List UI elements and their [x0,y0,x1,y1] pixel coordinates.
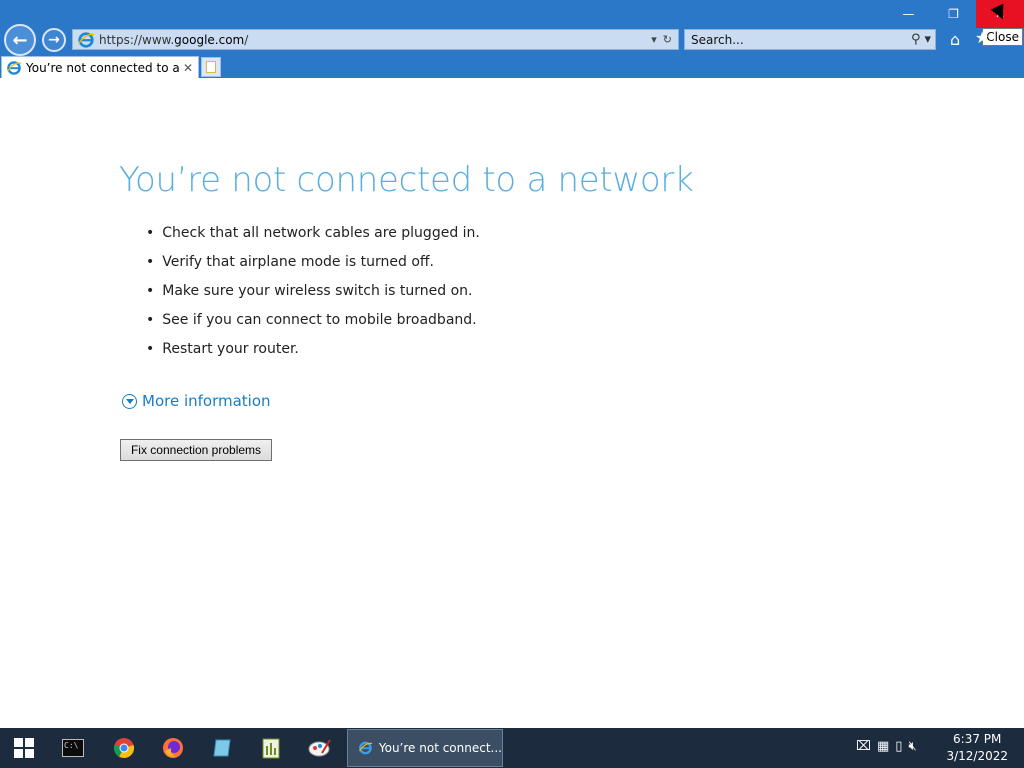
arrow-left-icon: ← [12,29,28,51]
tip-item: Verify that airplane mode is turned off. [146,252,480,281]
tip-item: Make sure your wireless switch is turned… [146,281,480,310]
tab-close-icon[interactable]: ✕ [183,61,193,75]
taskbar-ie-window[interactable]: You’re not connect... [347,729,503,767]
url-domain: google.com [174,32,245,47]
home-icon[interactable]: ⌂ [950,30,960,49]
color-display-icon[interactable]: ▦ [877,739,889,754]
search-box[interactable]: Search... ⚲ ▾ [684,29,936,50]
tab-active[interactable]: You’re not connected to a n... ✕ [1,56,199,78]
new-tab-icon [206,61,216,73]
page-content: You’re not connected to a network Check … [0,78,1024,728]
forward-button[interactable]: → [42,28,66,52]
restore-icon: ❐ [948,7,959,21]
url-prefix: https://www. [99,32,175,47]
search-icon[interactable]: ⚲ [911,32,921,47]
minimize-icon: — [902,7,915,21]
taskbar-window-label: You’re not connect... [378,741,502,755]
paint-icon[interactable] [308,736,332,760]
url-suffix: / [244,32,249,47]
restore-button[interactable]: ❐ [931,0,976,28]
volume-muted-icon[interactable]: 🔇︎ [908,739,916,754]
clock-time: 6:37 PM [953,732,1002,746]
command-prompt-icon[interactable]: C:\ [62,739,84,757]
address-url[interactable]: https://www.google.com/ [99,33,651,47]
search-dropdown-icon[interactable]: ▾ [924,32,931,47]
new-tab-button[interactable] [201,57,221,77]
ie-taskbar-icon [359,741,373,755]
refresh-icon[interactable]: ↻ [663,33,672,46]
usb-device-icon[interactable]: ▯ [895,739,902,754]
tip-item: Restart your router. [146,339,480,368]
back-button[interactable]: ← [4,24,36,56]
page-title: You’re not connected to a network [119,160,694,200]
ie-page-icon [78,31,95,48]
chrome-icon[interactable] [112,736,136,760]
search-input[interactable]: Search... [691,33,911,47]
taskbar-clock[interactable]: 6:37 PM 3/12/2022 [946,731,1008,765]
firefox-icon[interactable] [161,736,185,760]
tip-item: Check that all network cables are plugge… [146,223,480,252]
arrow-right-icon: → [48,32,60,48]
tip-item: See if you can connect to mobile broadba… [146,310,480,339]
system-tray: ⌧ ▦ ▯ 🔇︎ [856,739,917,754]
address-dropdown-icon[interactable]: ▾ [651,33,657,46]
chevron-down-circle-icon [122,393,137,409]
tips-list: Check that all network cables are plugge… [146,223,480,368]
notepad-icon[interactable] [259,736,283,760]
start-button[interactable] [12,736,36,760]
fix-connection-button[interactable]: Fix connection problems [120,439,272,461]
clock-date: 3/12/2022 [946,749,1008,763]
taskbar: C:\ You’re not connect... ⌧ ▦ ▯ 🔇︎ 6:37 … [0,728,1024,768]
browser-chrome: — ❐ ✕ Close ← → https://www.google.com/ … [0,0,1024,78]
ie-tab-icon [7,60,22,75]
favorites-star-icon[interactable]: ★ [975,28,989,47]
more-information-label: More information [142,392,271,410]
address-bar[interactable]: https://www.google.com/ ▾ ↻ [72,29,679,50]
tab-title: You’re not connected to a n... [26,60,183,75]
windows-logo-icon [14,738,34,758]
network-disconnected-icon[interactable]: ⌧ [856,739,871,754]
minimize-button[interactable]: — [886,0,931,28]
more-information-link[interactable]: More information [122,392,271,410]
app-icon-blue[interactable] [210,736,234,760]
